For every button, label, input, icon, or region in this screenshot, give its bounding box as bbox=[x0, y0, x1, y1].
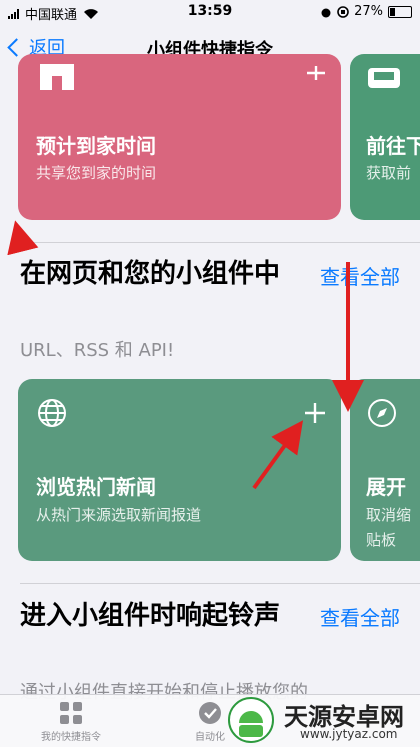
watermark: 天源安卓网 www.jytyaz.com bbox=[228, 693, 420, 747]
shortcut-card-news[interactable]: 浏览热门新闻 从热门来源选取新闻报道 bbox=[18, 379, 341, 561]
section-title-ringtone: 进入小组件时响起铃声 bbox=[20, 601, 281, 631]
section-subtitle: URL、RSS 和 API! bbox=[20, 340, 175, 361]
compass-icon bbox=[368, 399, 396, 427]
card-subtitle: 从热门来源选取新闻报道 bbox=[36, 506, 202, 524]
card-title: 展开 bbox=[366, 475, 406, 499]
shortcut-card-eta[interactable]: 预计到家时间 共享您到家的时间 bbox=[18, 54, 341, 220]
android-logo-icon bbox=[228, 697, 274, 743]
tab-label: 我的快捷指令 bbox=[41, 732, 101, 743]
section-title-web: 在网页和您的小组件中 bbox=[20, 259, 281, 289]
globe-icon bbox=[38, 399, 66, 427]
battery-percent: 27% bbox=[354, 4, 383, 19]
card-subtitle: 获取前 bbox=[366, 164, 412, 182]
tab-automation[interactable]: 自动化 bbox=[186, 701, 234, 743]
card-title: 前往下 bbox=[366, 134, 420, 158]
shortcut-card-directions[interactable]: 前往下 获取前 bbox=[350, 54, 420, 220]
card-title: 预计到家时间 bbox=[36, 134, 156, 158]
card-subtitle-line-1: 取消缩 bbox=[366, 506, 412, 524]
tab-my-shortcuts[interactable]: 我的快捷指令 bbox=[26, 701, 116, 743]
watermark-url: www.jytyaz.com bbox=[300, 727, 398, 741]
home-icon bbox=[40, 64, 74, 90]
battery-icon bbox=[388, 5, 412, 18]
section-divider bbox=[20, 242, 420, 243]
arrow-up-left bbox=[7, 220, 39, 256]
shortcut-card-expand[interactable]: 展开 取消缩 贴板 bbox=[350, 379, 420, 561]
grid-icon bbox=[60, 702, 82, 724]
card-subtitle-line-2: 贴板 bbox=[366, 531, 397, 549]
see-all-link[interactable]: 查看全部 bbox=[320, 261, 400, 290]
tab-label: 自动化 bbox=[195, 732, 225, 743]
card-title: 浏览热门新闻 bbox=[36, 475, 156, 499]
status-bar: 中国联通 13:59 27% bbox=[0, 0, 420, 24]
checkmark-circle-icon bbox=[199, 702, 221, 724]
section-divider bbox=[20, 583, 420, 584]
add-icon[interactable] bbox=[307, 66, 325, 80]
card-subtitle: 共享您到家的时间 bbox=[36, 164, 157, 182]
rotation-lock-icon bbox=[337, 5, 349, 18]
see-all-link[interactable]: 查看全部 bbox=[320, 602, 400, 631]
add-icon[interactable] bbox=[305, 403, 325, 423]
car-icon bbox=[368, 68, 400, 88]
status-right: 27% bbox=[320, 4, 412, 19]
alarm-icon bbox=[321, 8, 331, 17]
